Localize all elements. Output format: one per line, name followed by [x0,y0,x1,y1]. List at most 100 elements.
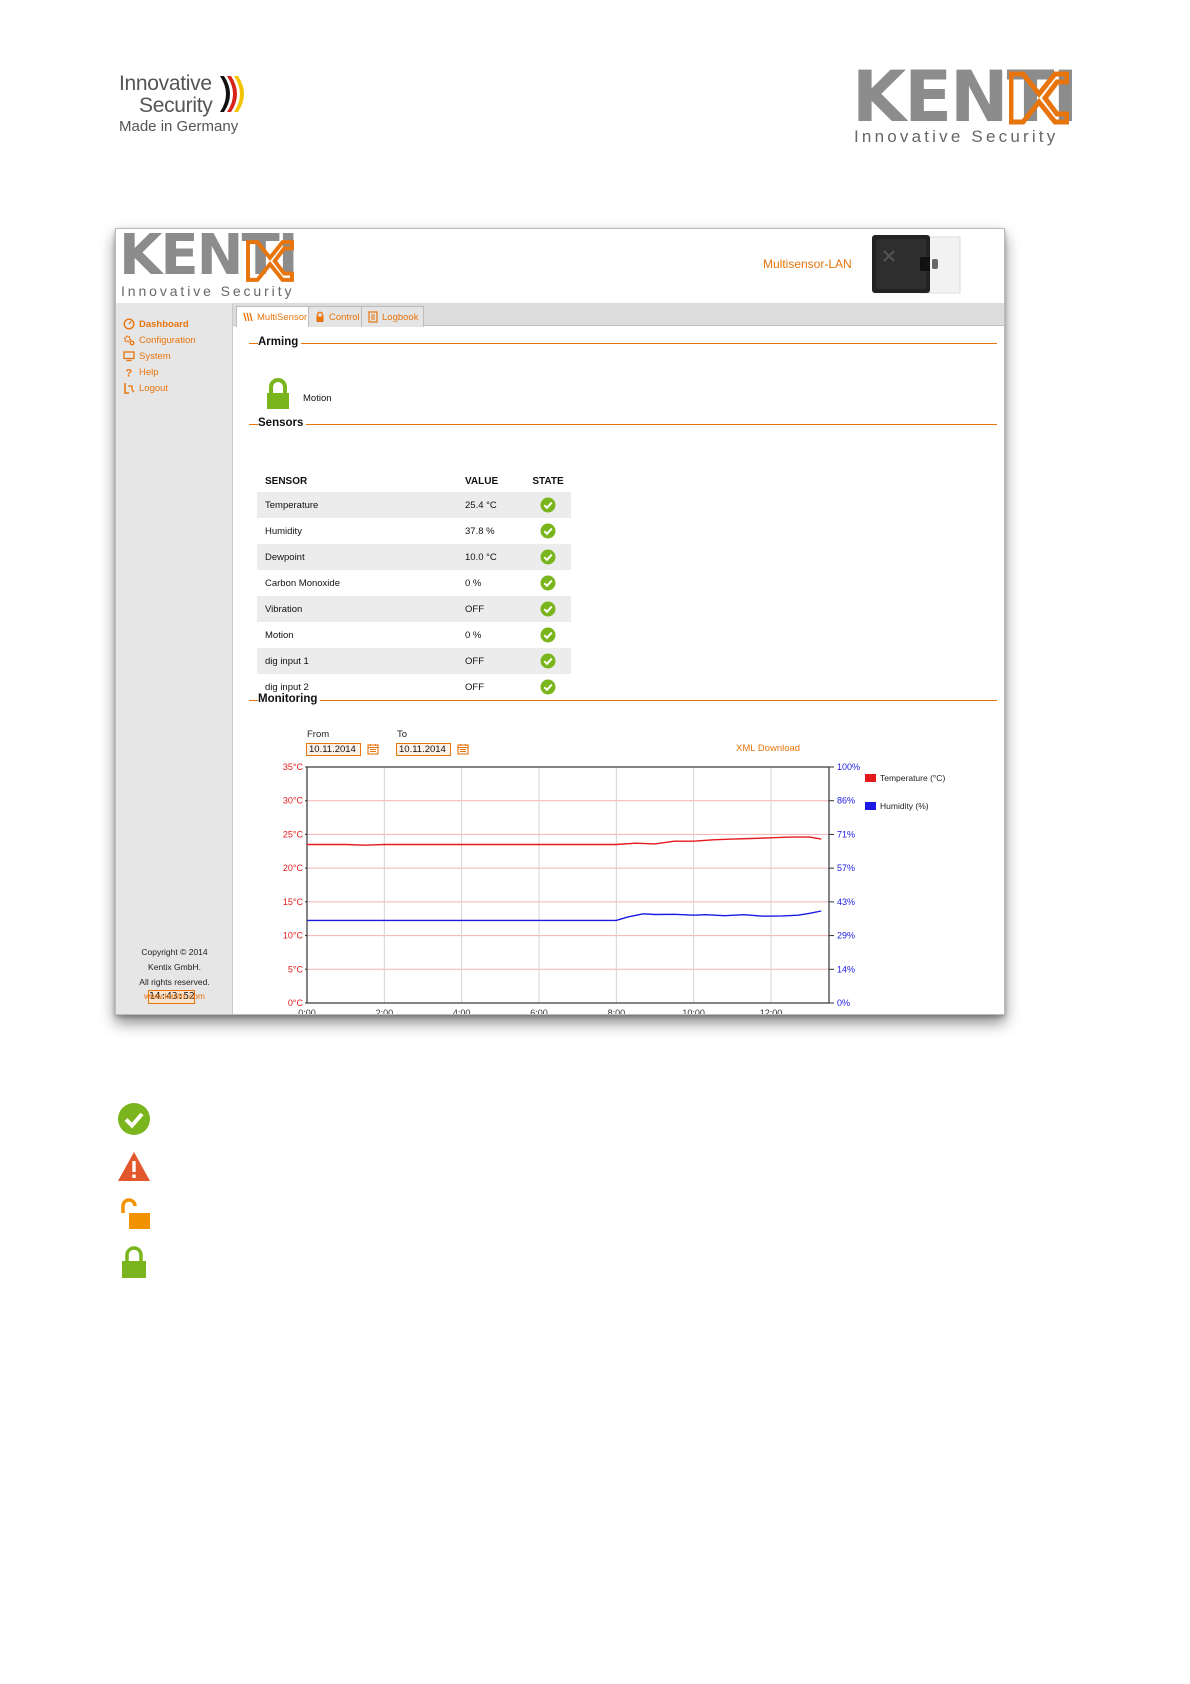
y-left-tick-label: 10°C [283,931,304,941]
xml-download-link[interactable]: XML Download [736,743,800,754]
sidebar-item-label: Logout [139,382,169,394]
sensor-state [525,518,571,544]
sensor-state [525,596,571,622]
sidebar-item-help[interactable]: ? Help [123,365,159,379]
locked-icon [122,1246,146,1278]
copyright-line-1: Copyright © 2014 [141,947,208,957]
app-logo[interactable]: KENTI Innovative Security [119,229,319,299]
section-title: Sensors [258,417,307,429]
x-tick-label: 2:00 [376,1008,394,1015]
warning-icon [118,1152,150,1181]
y-right-tick-label: 71% [837,829,855,839]
armed-lock-icon[interactable] [266,378,290,410]
sensor-state [525,622,571,648]
y-left-tick-label: 0°C [288,998,304,1008]
sensor-name: Dewpoint [257,544,457,570]
monitor-icon [123,351,135,362]
tab-control[interactable]: Control [308,306,366,327]
section-title: Arming [258,336,302,348]
calendar-icon[interactable] [457,743,469,755]
kentix-tagline: Innovative Security [854,127,1059,146]
from-label: From [307,729,330,740]
column-header-sensor: SENSOR [265,476,308,487]
sidebar-item-system[interactable]: System [123,349,171,363]
to-date-input[interactable] [396,743,451,756]
y-right-tick-label: 100% [837,763,860,772]
y-left-tick-label: 30°C [283,796,304,806]
sidebar-item-logout[interactable]: Logout [123,381,168,395]
x-tick-label: 6:00 [530,1008,548,1015]
multisensor-device-image [872,235,961,294]
calendar-icon[interactable] [367,743,379,755]
sensor-value: OFF [457,648,525,674]
table-row: Humidity 37.8 % [257,518,571,544]
svg-text:?: ? [126,368,133,379]
app-logo-x-icon [246,240,294,282]
y-left-tick-label: 15°C [283,897,304,907]
y-right-tick-label: 43% [837,897,855,907]
sensor-state [525,570,571,596]
table-row: dig input 1 OFF [257,648,571,674]
section-divider [249,424,997,425]
app-screenshot: KENTI Innovative Security Multisensor-LA… [115,228,1005,1015]
table-row: Carbon Monoxide 0 % [257,570,571,596]
app-header: KENTI Innovative Security Multisensor-LA… [116,229,1004,303]
x-tick-label: 0:00 [298,1008,316,1015]
tab-label: Logbook [382,311,419,323]
sensor-value: 37.8 % [465,525,495,537]
sensor-name: dig input 1 [257,648,457,674]
app-logo-tagline: Innovative Security [121,283,295,299]
from-date-input[interactable] [306,743,361,756]
sidebar-item-label: Help [139,366,159,378]
gears-icon [124,335,135,346]
tab-multisensor[interactable]: MultiSensor [236,306,314,327]
y-right-tick-label: 14% [837,964,855,974]
y-left-tick-label: 20°C [283,863,304,873]
section-divider [249,343,997,344]
logout-icon [124,383,135,394]
logo-line-1: Innovative [119,72,212,95]
question-icon: ? [126,368,133,379]
section-title: Monitoring [258,693,321,705]
check-circle-icon [118,1103,150,1135]
sidebar-item-label: Configuration [139,334,196,346]
plot-frame [306,766,830,1004]
section-monitoring: Monitoring [249,693,997,707]
innovative-security-logo: Innovative Security Made in Germany [119,72,259,138]
check-circle-icon [540,497,556,513]
legend-label: Temperature (°C) [880,773,945,783]
sensor-value: OFF [457,596,525,622]
check-circle-icon [540,549,556,565]
check-circle-icon [540,653,556,669]
y-right-tick-label: 86% [837,796,855,806]
table-row: Dewpoint 10.0 °C [257,544,571,570]
dashboard-icon [123,318,135,330]
sidebar-item-dashboard[interactable]: Dashboard [123,317,189,331]
check-circle-icon [540,575,556,591]
tab-label: Control [329,311,360,323]
website-link[interactable]: www.kentix.com [116,991,233,1001]
sensor-name: Motion [265,629,294,641]
x-tick-label: 12:00 [760,1008,783,1015]
sidebar-item-label: Dashboard [139,318,189,330]
x-tick-label: 8:00 [608,1008,626,1015]
logo-line-2: Security [139,94,213,117]
kentix-logo: KENTI Innovative Security [852,56,1082,150]
lock-icon [316,311,324,322]
y-right-tick-label: 57% [837,863,855,873]
column-header-value: VALUE [465,476,499,487]
check-circle-icon [540,627,556,643]
section-sensors: Sensors [249,417,997,431]
sidebar-item-configuration[interactable]: Configuration [123,333,196,347]
tab-label: MultiSensor [257,311,308,323]
sensor-state [525,648,571,674]
tab-logbook[interactable]: Logbook [361,306,425,327]
sensor-value: 25.4 °C [457,492,525,518]
logo-line-3: Made in Germany [119,118,239,135]
sensor-state [525,492,571,518]
unlocked-icon [121,1198,150,1229]
section-divider [249,700,997,701]
legend-swatch [865,802,876,810]
arming-label: Motion [303,393,332,404]
table-row: Temperature 25.4 °C [257,492,571,518]
